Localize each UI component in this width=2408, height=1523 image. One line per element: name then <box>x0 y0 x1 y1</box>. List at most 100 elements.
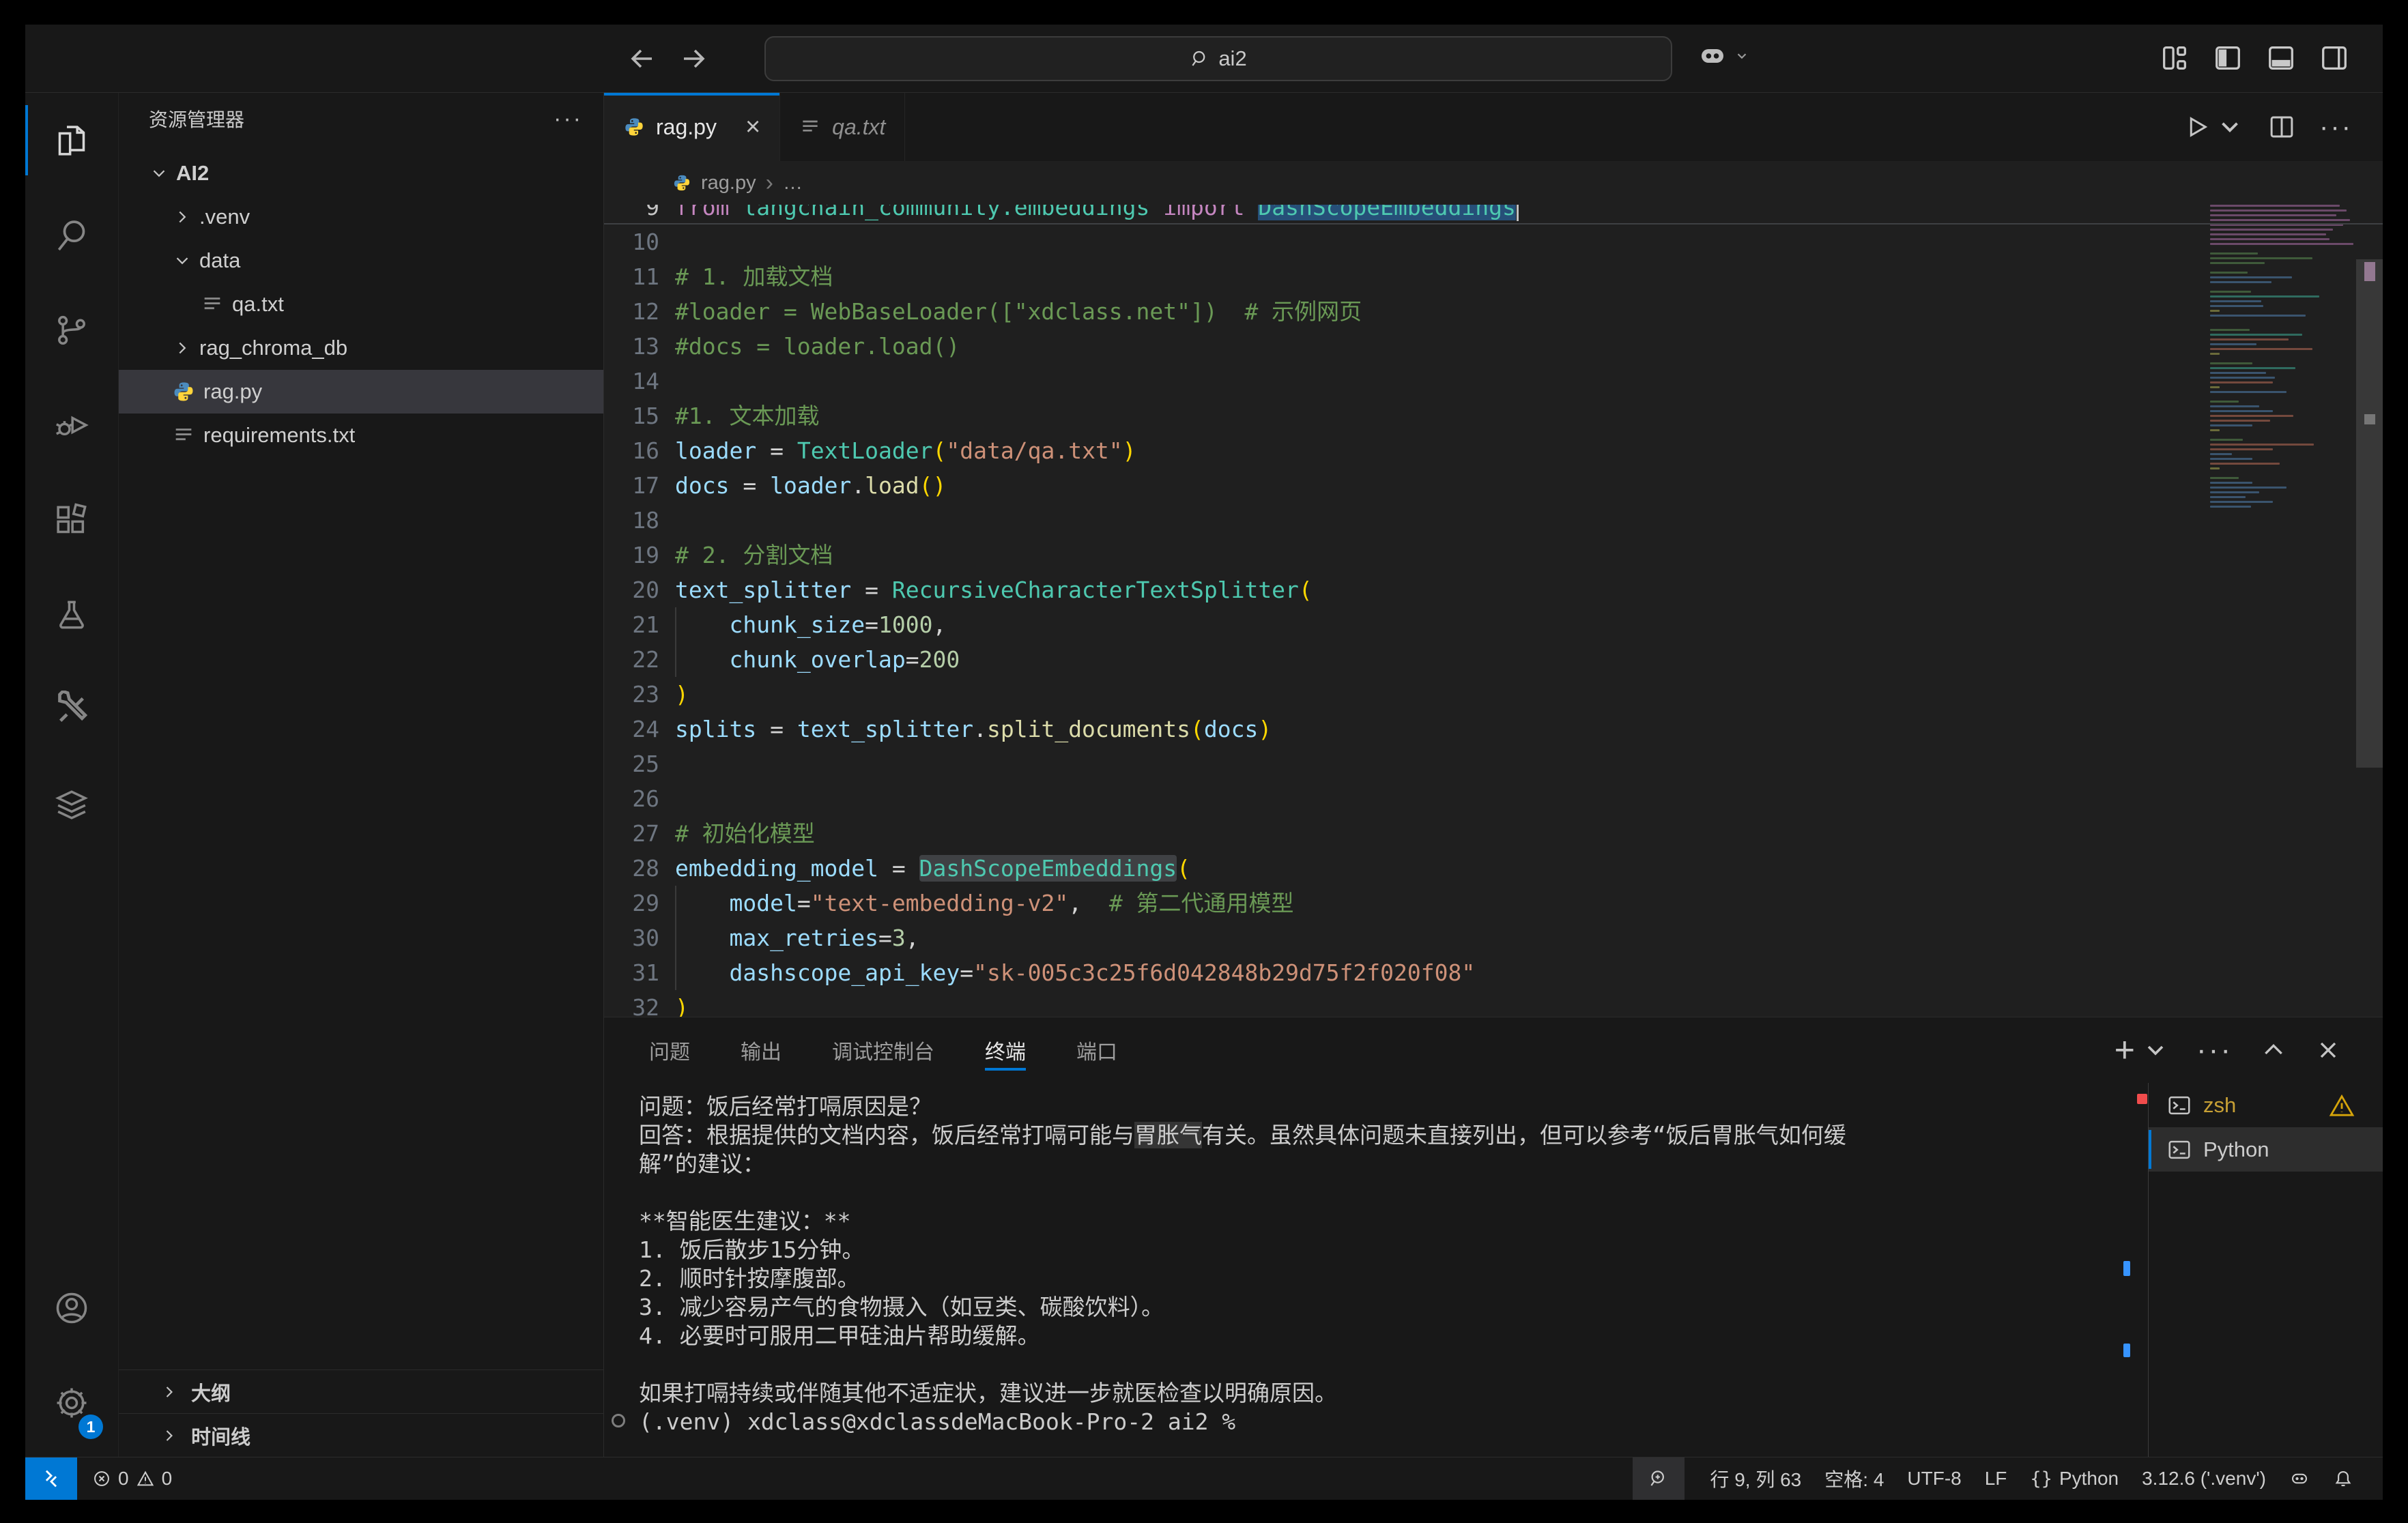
code-line-30[interactable]: 30 max_retries=3, <box>604 920 2203 955</box>
activity-item-testing[interactable] <box>25 567 118 662</box>
activity-item-extensions[interactable] <box>25 472 118 567</box>
tab-label: qa.txt <box>832 115 885 140</box>
code-line-13[interactable]: 13#docs = loader.load() <box>604 329 2203 364</box>
warning-icon <box>2328 1092 2355 1119</box>
copilot-status-icon[interactable] <box>2278 1457 2321 1500</box>
command-decoration-circle[interactable] <box>612 1414 625 1427</box>
code-line-14[interactable]: 14 <box>604 364 2203 398</box>
code-line-29[interactable]: 29 model="text-embedding-v2", # 第二代通用模型 <box>604 886 2203 920</box>
back-arrow-icon[interactable] <box>626 42 659 75</box>
indentation[interactable]: 空格: 4 <box>1813 1457 1895 1500</box>
terminal-instance-python[interactable]: Python <box>2149 1127 2383 1172</box>
code-line-20[interactable]: 20text_splitter = RecursiveCharacterText… <box>604 572 2203 607</box>
remote-indicator[interactable] <box>25 1457 77 1500</box>
code-line-17[interactable]: 17docs = loader.load() <box>604 468 2203 503</box>
line-number: 14 <box>604 364 659 398</box>
code-line-31[interactable]: 31 dashscope_api_key="sk-005c3c25f6d0428… <box>604 955 2203 990</box>
activity-item-source-control[interactable] <box>25 282 118 377</box>
code-line-16[interactable]: 16loader = TextLoader("data/qa.txt") <box>604 433 2203 468</box>
tree-item-rag-py[interactable]: rag.py <box>119 370 603 414</box>
code-line-26[interactable]: 26 <box>604 781 2203 816</box>
editor-scrollbar[interactable] <box>2356 205 2383 1017</box>
more-actions-icon[interactable]: ··· <box>2196 1033 2233 1067</box>
code-line-9[interactable]: 9from langchain_community.embeddings imp… <box>604 205 2203 224</box>
tab-qa.txt[interactable]: qa.txt <box>780 93 905 161</box>
code-line-19[interactable]: 19# 2. 分割文档 <box>604 538 2203 572</box>
scrollbar-thumb[interactable] <box>2356 259 2383 768</box>
close-icon[interactable]: × <box>745 113 760 142</box>
code-line-18[interactable]: 18 <box>604 503 2203 538</box>
toggle-primary-sidebar-icon[interactable] <box>2212 42 2244 74</box>
code-line-23[interactable]: 23) <box>604 677 2203 712</box>
toggle-secondary-sidebar-icon[interactable] <box>2319 42 2350 74</box>
maximize-panel-icon[interactable] <box>2260 1036 2287 1064</box>
code-editor[interactable]: 9from langchain_community.embeddings imp… <box>604 205 2383 1017</box>
code-line-28[interactable]: 28embedding_model = DashScopeEmbeddings( <box>604 851 2203 886</box>
activity-item-account[interactable] <box>25 1260 118 1355</box>
line-number: 16 <box>604 433 659 468</box>
customize-layout-icon[interactable] <box>2159 42 2190 74</box>
terminal-instance-zsh[interactable]: zsh <box>2149 1083 2383 1127</box>
terminal-line: 解”的建议： <box>639 1150 2148 1178</box>
code-line-10[interactable]: 10 <box>604 224 2203 259</box>
run-python-file-icon[interactable] <box>2183 113 2244 141</box>
code-line-27[interactable]: 27# 初始化模型 <box>604 816 2203 851</box>
code-line-25[interactable]: 25 <box>604 746 2203 781</box>
new-terminal-icon[interactable]: + <box>2115 1036 2169 1064</box>
language-mode[interactable]: {} Python <box>2018 1457 2130 1500</box>
chevron-right-icon <box>172 338 192 358</box>
line-number: 10 <box>604 224 659 259</box>
notifications-bell-icon[interactable] <box>2321 1457 2365 1500</box>
tree-item-qa-txt[interactable]: qa.txt <box>119 282 603 326</box>
code-line-24[interactable]: 24splits = text_splitter.split_documents… <box>604 712 2203 746</box>
python-interpreter[interactable]: 3.12.6 ('.venv') <box>2130 1457 2278 1500</box>
encoding[interactable]: UTF-8 <box>1895 1457 1973 1500</box>
panel-tab-问题[interactable]: 问题 <box>649 1017 690 1083</box>
copilot-icon[interactable] <box>1696 40 1749 72</box>
zoom-status-icon[interactable] <box>1633 1457 1685 1500</box>
tab-rag.py[interactable]: rag.py× <box>604 93 780 161</box>
breadcrumb-symbol[interactable]: … <box>783 172 803 194</box>
minimap[interactable] <box>2203 205 2356 1017</box>
code-line-15[interactable]: 15#1. 文本加载 <box>604 398 2203 433</box>
tree-item-data[interactable]: data <box>119 239 603 282</box>
sidebar-section-时间线[interactable]: 时间线 <box>119 1413 603 1457</box>
code-line-12[interactable]: 12#loader = WebBaseLoader(["xdclass.net"… <box>604 294 2203 329</box>
toggle-panel-icon[interactable] <box>2265 42 2297 74</box>
code-line-21[interactable]: 21 chunk_size=1000, <box>604 607 2203 642</box>
tree-item-requirements-txt[interactable]: requirements.txt <box>119 414 603 457</box>
activity-item-run-debug[interactable] <box>25 377 118 472</box>
terminal-output[interactable]: 问题：饭后经常打嗝原因是？回答：根据提供的文档内容，饭后经常打嗝可能与胃胀气有关… <box>604 1083 2148 1457</box>
breadcrumb[interactable]: rag.py › … <box>604 161 2383 205</box>
code-line-32[interactable]: 32) <box>604 990 2203 1017</box>
forward-arrow-icon[interactable] <box>677 42 710 75</box>
code-line-11[interactable]: 11# 1. 加载文档 <box>604 259 2203 294</box>
panel-tab-终端[interactable]: 终端 <box>985 1017 1026 1083</box>
command-center-search[interactable]: ai2 <box>764 36 1672 81</box>
activity-item-search[interactable] <box>25 188 118 282</box>
activity-item-tools[interactable] <box>25 662 118 757</box>
activity-item-explorer[interactable] <box>25 93 118 188</box>
code-line-22[interactable]: 22 chunk_overlap=200 <box>604 642 2203 677</box>
problems-status[interactable]: 0 0 <box>92 1468 172 1490</box>
close-panel-icon[interactable] <box>2314 1036 2342 1064</box>
panel-tab-输出[interactable]: 输出 <box>741 1017 782 1083</box>
more-actions-icon[interactable]: ··· <box>554 106 583 132</box>
line-number: 21 <box>604 607 659 642</box>
more-actions-icon[interactable]: ··· <box>2319 112 2353 143</box>
tree-item--venv[interactable]: .venv <box>119 195 603 239</box>
eol[interactable]: LF <box>1973 1457 2019 1500</box>
activity-item-settings[interactable]: 1 <box>25 1355 118 1450</box>
panel-tab-端口[interactable]: 端口 <box>1076 1017 1117 1083</box>
panel-tab-调试控制台[interactable]: 调试控制台 <box>832 1017 934 1083</box>
sidebar-section-大纲[interactable]: 大纲 <box>119 1369 603 1413</box>
terminal-line: (.venv) xdclass@xdclassdeMacBook-Pro-2 a… <box>639 1408 2148 1436</box>
tree-item-label: .venv <box>199 205 250 229</box>
cursor-position[interactable]: 行 9, 列 63 <box>1698 1457 1813 1500</box>
split-editor-icon[interactable] <box>2267 113 2296 141</box>
line-number: 30 <box>604 920 659 955</box>
tree-item-ai2[interactable]: AI2 <box>119 151 603 195</box>
breadcrumb-file[interactable]: rag.py <box>701 172 756 194</box>
activity-item-layers[interactable] <box>25 757 118 852</box>
tree-item-rag-chroma-db[interactable]: rag_chroma_db <box>119 326 603 370</box>
